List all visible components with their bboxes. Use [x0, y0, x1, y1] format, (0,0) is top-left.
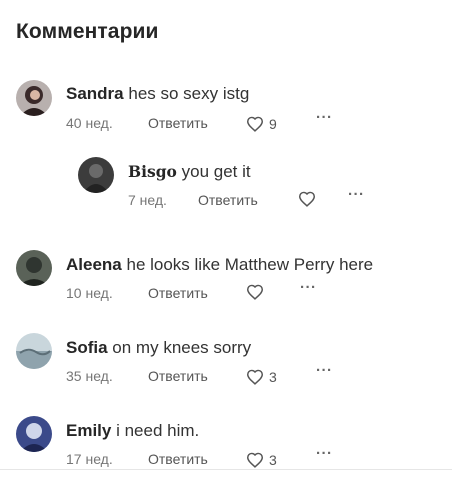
- heart-icon: [246, 284, 264, 300]
- more-options-button[interactable]: ···: [316, 108, 333, 128]
- reply-comment-item: Bisgo you get it 7 нед. Ответить ···: [0, 155, 452, 215]
- avatar[interactable]: [78, 157, 114, 193]
- like-button[interactable]: [298, 191, 321, 207]
- more-options-button[interactable]: ···: [316, 361, 333, 381]
- comment-text: he looks like Matthew Perry here: [126, 255, 374, 274]
- like-button[interactable]: [246, 284, 269, 300]
- heart-icon: [246, 116, 264, 132]
- comment-author[interactable]: Sandra: [66, 84, 124, 103]
- reply-button[interactable]: Ответить: [148, 113, 208, 133]
- comment-author[interactable]: Aleena: [66, 255, 122, 274]
- comment-time: 40 нед.: [66, 115, 113, 131]
- divider: [0, 469, 452, 470]
- more-options-button[interactable]: ···: [316, 444, 333, 464]
- page-title: Комментарии: [16, 20, 159, 43]
- comment-author[interactable]: Sofia: [66, 338, 108, 357]
- comment-text: hes so sexy istg: [128, 84, 250, 103]
- avatar[interactable]: [16, 250, 52, 286]
- comment-item: Emily i need him. 17 нед. Ответить 3 ···: [0, 414, 452, 474]
- comment-time: 7 нед.: [128, 192, 167, 208]
- more-options-button[interactable]: ···: [300, 278, 317, 298]
- comment-time: 35 нед.: [66, 368, 113, 384]
- like-button[interactable]: 9: [246, 114, 277, 134]
- heart-icon: [246, 452, 264, 468]
- like-count: 3: [269, 452, 277, 468]
- like-button[interactable]: 3: [246, 450, 277, 470]
- reply-button[interactable]: Ответить: [198, 190, 258, 210]
- comment-item: Aleena he looks like Matthew Perry here …: [0, 248, 452, 308]
- reply-button[interactable]: Ответить: [148, 283, 208, 303]
- heart-icon: [246, 369, 264, 385]
- avatar[interactable]: [16, 416, 52, 452]
- comment-author[interactable]: Emily: [66, 421, 111, 440]
- like-count: 3: [269, 369, 277, 385]
- comment-text: on my knees sorry: [112, 338, 252, 357]
- like-count: 9: [269, 116, 277, 132]
- comment-text: i need him.: [116, 421, 200, 440]
- reply-button[interactable]: Ответить: [148, 449, 208, 469]
- reply-button[interactable]: Ответить: [148, 366, 208, 386]
- comment-author[interactable]: Bisgo: [128, 162, 177, 181]
- like-button[interactable]: 3: [246, 367, 277, 387]
- avatar[interactable]: [16, 80, 52, 116]
- comment-time: 17 нед.: [66, 451, 113, 467]
- comment-item: Sandra hes so sexy istg 40 нед. Ответить…: [0, 78, 452, 138]
- comment-time: 10 нед.: [66, 285, 113, 301]
- heart-icon: [298, 191, 316, 207]
- comment-item: Sofia on my knees sorry 35 нед. Ответить…: [0, 331, 452, 391]
- comment-text: you get it: [181, 162, 251, 181]
- avatar[interactable]: [16, 333, 52, 369]
- more-options-button[interactable]: ···: [348, 185, 365, 205]
